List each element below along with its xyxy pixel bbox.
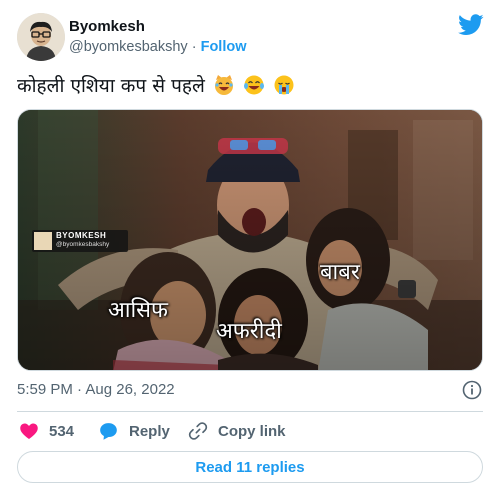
caption-afridi: अफरीदी: [216, 319, 282, 344]
heart-icon: [20, 423, 38, 439]
watermark-handle: @byomkesbakshy: [56, 241, 110, 248]
caption-babar: बाबर: [320, 260, 360, 285]
laughing-tears-emoji: [243, 75, 264, 95]
meta-separator: ·: [77, 381, 83, 398]
tweet-date: Aug 26, 2022: [85, 381, 175, 398]
reply-bubble-icon: [100, 423, 117, 440]
laughing-cat-emoji: [214, 75, 233, 95]
watermark-name: BYOMKESH: [56, 231, 107, 240]
read-replies-button[interactable]: Read 11 replies: [17, 451, 483, 483]
watermark-avatar: [34, 232, 52, 250]
reply-label: Reply: [129, 422, 170, 440]
divider: [17, 411, 483, 412]
link-icon: [188, 422, 208, 440]
copy-link-label: Copy link: [218, 422, 286, 440]
watermark-badge: BYOMKESH @byomkesbakshy: [32, 230, 128, 252]
tweet-text-body: कोहली एशिया कप से पहले: [17, 75, 205, 97]
tweet-card: Byomkesh @byomkesbakshy · Follow कोहली ए…: [0, 0, 500, 500]
copy-link-button[interactable]: Copy link: [188, 420, 286, 442]
author-avatar[interactable]: [17, 13, 65, 61]
like-button[interactable]: 534: [19, 420, 74, 442]
reply-button[interactable]: Reply: [98, 420, 170, 442]
info-icon[interactable]: [462, 380, 482, 400]
author-name[interactable]: Byomkesh: [69, 18, 145, 35]
crying-emoji: [274, 75, 294, 95]
tweet-text: कोहली एशिया कप से पहले: [17, 72, 295, 98]
tweet-timestamp[interactable]: 5:59 PM · Aug 26, 2022: [17, 381, 175, 398]
tweet-time: 5:59 PM: [17, 381, 73, 398]
follow-button[interactable]: Follow: [201, 39, 247, 55]
twitter-bird-icon[interactable]: [458, 14, 484, 36]
author-handle[interactable]: @byomkesbakshy: [69, 39, 188, 55]
separator-dot: ·: [191, 39, 197, 55]
like-count: 534: [49, 422, 75, 440]
author-handle-row: @byomkesbakshy · Follow: [69, 39, 247, 55]
caption-asif: आसिफ: [108, 298, 169, 323]
tweet-media-image[interactable]: BYOMKESH @byomkesbakshy बाबर आसिफ अफरीदी: [17, 109, 483, 371]
